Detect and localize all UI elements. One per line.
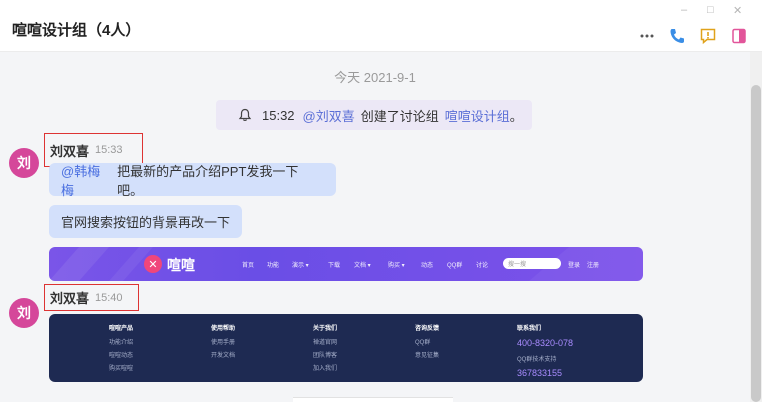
- nav-item: 首页: [242, 263, 255, 269]
- footer-link: QQ群技术支持: [517, 357, 557, 363]
- footer-link: 开发文档: [211, 353, 236, 359]
- nav-item: 讨论: [476, 263, 489, 269]
- footer-link: QQ群: [415, 340, 431, 346]
- maximize-button[interactable]: □: [707, 4, 714, 16]
- system-notice: 15:32 @刘双喜 创建了讨论组 喧喧设计组 。: [216, 100, 532, 130]
- footer-heading: 联系我们: [517, 326, 542, 332]
- sidebar-toggle-icon[interactable]: [730, 27, 748, 45]
- footer-link: 功能介绍: [109, 340, 134, 346]
- avatar[interactable]: 刘: [9, 298, 39, 328]
- notice-group-link[interactable]: 喧喧设计组: [445, 106, 510, 125]
- nav-item: 动态: [421, 263, 434, 269]
- message-list[interactable]: 今天 2021-9-1 15:32 @刘双喜 创建了讨论组 喧喧设计组 。 刘 …: [0, 52, 750, 402]
- footer-heading: 喧喧产品: [109, 326, 134, 332]
- nav-item: 演示 ▾: [292, 263, 309, 269]
- message-bubble[interactable]: 官网搜索按钮的背景再改一下: [49, 205, 242, 238]
- footer-link: 团队博客: [313, 353, 338, 359]
- message-time: 15:40: [95, 291, 123, 304]
- message-header: 刘双喜 15:40: [44, 284, 139, 311]
- notice-text: 创建了讨论组: [360, 108, 439, 124]
- notice-time: 15:32: [262, 107, 295, 123]
- message-bubble[interactable]: @韩梅梅 把最新的产品介绍PPT发我一下吧。: [49, 161, 336, 199]
- date-divider: 今天 2021-9-1: [334, 70, 416, 85]
- footer-heading: 关于我们: [313, 326, 338, 332]
- minimize-button[interactable]: –: [681, 4, 687, 16]
- scrollbar-thumb[interactable]: [751, 85, 761, 402]
- avatar[interactable]: 刘: [9, 148, 39, 178]
- close-button[interactable]: ✕: [733, 4, 742, 17]
- title-bar: 喧喧设计组（4人） – □ ✕: [0, 0, 762, 52]
- logo-text: 喧喧: [167, 257, 195, 273]
- footer-link: 加入我们: [313, 366, 338, 372]
- footer-link: 购买喧喧: [109, 366, 134, 372]
- nav-item: 功能: [267, 263, 280, 269]
- message-time: 15:33: [95, 144, 123, 156]
- footer-link: 喧喧动态: [109, 353, 134, 359]
- phone-icon[interactable]: [668, 27, 686, 45]
- footer-link: 意见征集: [415, 353, 440, 359]
- bubble-mention[interactable]: @韩梅梅: [61, 161, 113, 199]
- footer-link: 使用手册: [211, 340, 236, 346]
- notice-end: 。: [509, 108, 523, 124]
- scrollbar[interactable]: [750, 52, 762, 402]
- nav-item: 下载: [328, 263, 341, 269]
- sender-name[interactable]: 刘双喜: [50, 141, 89, 160]
- mock-register: 注册: [587, 263, 600, 269]
- image-attachment-website-footer[interactable]: 喧喧产品 功能介绍 喧喧动态 购买喧喧 使用帮助 使用手册 开发文档 关于我们 …: [49, 314, 643, 382]
- notice-mention[interactable]: @刘双喜: [303, 106, 355, 125]
- nav-item: 文档 ▾: [354, 263, 371, 269]
- footer-link: 禅道官网: [313, 340, 338, 346]
- nav-item: 购买 ▾: [388, 263, 405, 269]
- logo-mark: ✕: [144, 255, 162, 273]
- footer-heading: 使用帮助: [211, 326, 236, 332]
- bubble-text: 官网搜索按钮的背景再改一下: [61, 215, 231, 230]
- mock-search-box: 搜一搜: [503, 258, 561, 269]
- bubble-text: 把最新的产品介绍PPT发我一下吧。: [117, 163, 299, 198]
- mock-login: 登录: [568, 263, 581, 269]
- footer-qq: 367833155: [517, 368, 563, 378]
- footer-heading: 咨询反馈: [415, 326, 440, 332]
- chat-alert-icon[interactable]: [699, 27, 717, 45]
- more-icon[interactable]: [638, 27, 656, 45]
- chat-title: 喧喧设计组（4人）: [12, 22, 141, 39]
- partial-message-card: [293, 397, 453, 402]
- sender-name[interactable]: 刘双喜: [50, 288, 89, 307]
- footer-phone: 400-8320-078: [517, 338, 574, 348]
- bell-icon: [238, 108, 252, 121]
- nav-item: QQ群: [447, 263, 463, 269]
- image-attachment-website-header[interactable]: ✕ 喧喧 首页 功能 演示 ▾ 下载 文档 ▾ 购买 ▾ 动态 QQ群 讨论 搜…: [49, 247, 643, 281]
